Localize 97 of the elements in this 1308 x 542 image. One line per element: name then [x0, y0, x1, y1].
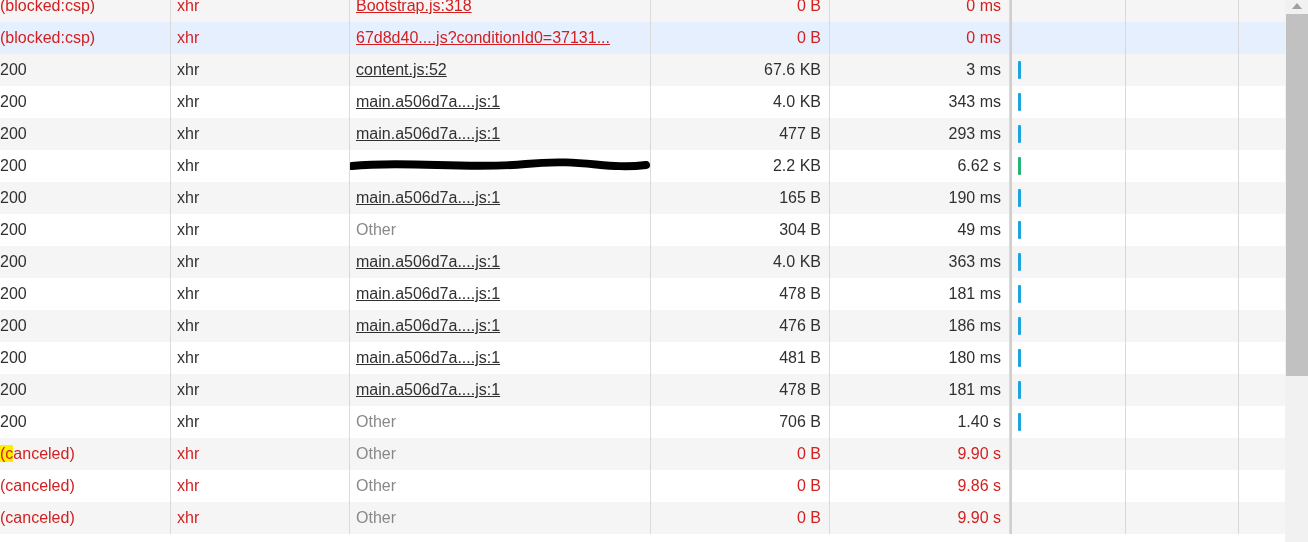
status-text: 200	[0, 93, 27, 111]
type-text: xhr	[177, 189, 200, 207]
size-text: 0 B	[797, 509, 821, 527]
initiator-link[interactable]: main.a506d7a....js:1	[356, 125, 501, 143]
time-text: 49 ms	[957, 221, 1001, 239]
size-text: 478 B	[779, 285, 821, 303]
status-text: 200	[0, 189, 27, 207]
time-text: 3 ms	[966, 61, 1001, 79]
time-text: 190 ms	[948, 189, 1001, 207]
status-text: 200	[0, 157, 27, 175]
time-text: 1.40 s	[957, 413, 1001, 431]
size-text: 481 B	[779, 349, 821, 367]
time-text: 9.90 s	[957, 509, 1001, 527]
initiator-text: Other	[356, 445, 396, 463]
initiator-link[interactable]: main.a506d7a....js:1	[356, 189, 501, 207]
scrollbar[interactable]	[1285, 0, 1308, 542]
status-text: 200	[0, 285, 27, 303]
type-text: xhr	[177, 61, 200, 79]
size-text: 478 B	[779, 381, 821, 399]
request-row[interactable]: 200 xhr main.a506d7a....js:1 478 B 181 ms	[0, 374, 1285, 406]
time-text: 363 ms	[948, 253, 1001, 271]
status-text: 200	[0, 317, 27, 335]
type-text: xhr	[177, 285, 200, 303]
time-text: 9.90 s	[957, 445, 1001, 463]
initiator-link[interactable]: main.a506d7a....js:1	[356, 285, 501, 303]
initiator-link[interactable]: Bootstrap.js:318	[356, 0, 472, 15]
size-text: 4.0 KB	[772, 93, 821, 111]
size-text: 477 B	[779, 125, 821, 143]
type-text: xhr	[177, 445, 200, 463]
size-text: 165 B	[779, 189, 821, 207]
scrollbar-thumb[interactable]	[1285, 14, 1308, 376]
request-row[interactable]: (blocked:csp) xhr 67d8d40....js?conditionId0=37131... 0 B 0 ms	[0, 22, 1285, 54]
type-text: xhr	[177, 253, 200, 271]
status-text: (blocked:csp)	[0, 0, 96, 15]
type-text: xhr	[177, 29, 200, 47]
initiator-link[interactable]: main.a506d7a....js:1	[356, 317, 501, 335]
initiator-text: Other	[356, 413, 396, 431]
size-text: 304 B	[779, 221, 821, 239]
request-row[interactable]: 200 xhr main.a506d7a....js:1 477 B 293 ms	[0, 118, 1285, 150]
initiator-link[interactable]: main.a506d7a....js:1	[356, 93, 501, 111]
type-text: xhr	[177, 93, 200, 111]
scroll-up-icon[interactable]	[1290, 2, 1303, 10]
request-row[interactable]: (canceled) xhr Other 0 B 9.90 s	[0, 502, 1285, 534]
request-row[interactable]: (blocked:csp) xhr Bootstrap.js:318 0 B 0 ms	[0, 0, 1285, 22]
size-text: 0 B	[797, 29, 821, 47]
size-text: 67.6 KB	[764, 61, 821, 79]
type-text: xhr	[177, 221, 200, 239]
size-text: 706 B	[779, 413, 821, 431]
time-text: 186 ms	[948, 317, 1001, 335]
initiator-text: Other	[356, 477, 396, 495]
time-text: 180 ms	[948, 349, 1001, 367]
size-text: 0 B	[797, 445, 821, 463]
status-text: 200	[0, 125, 27, 143]
type-text: xhr	[177, 157, 200, 175]
status-text: (blocked:csp)	[0, 29, 96, 47]
request-row[interactable]: 200 xhr main.a506d7a....js:1 4.0 KB 363 ms	[0, 246, 1285, 278]
status-text: 200	[0, 61, 27, 79]
time-text: 6.62 s	[957, 157, 1001, 175]
time-text: 181 ms	[948, 285, 1001, 303]
initiator-link[interactable]: main.a506d7a....js:1	[356, 381, 501, 399]
type-text: xhr	[177, 0, 200, 15]
status-text: 200	[0, 221, 27, 239]
status-text: (canceled)	[0, 445, 75, 463]
request-row[interactable]: 200 xhr content.js:52 67.6 KB 3 ms	[0, 54, 1285, 86]
size-text: 4.0 KB	[772, 253, 821, 271]
initiator-link[interactable]: 67d8d40....js?conditionId0=37131...	[356, 29, 610, 47]
status-text: (canceled)	[0, 509, 75, 527]
type-text: xhr	[177, 509, 200, 527]
time-text: 0 ms	[966, 29, 1001, 47]
time-text: 0 ms	[966, 0, 1001, 15]
size-text: 0 B	[797, 477, 821, 495]
status-text: 200	[0, 413, 27, 431]
initiator-text: Other	[356, 509, 396, 527]
request-row[interactable]: 200 xhr main.a506d7a....js:1 165 B 190 ms	[0, 182, 1285, 214]
initiator-link[interactable]: content.js:52	[356, 61, 447, 79]
initiator-text: Other	[356, 221, 396, 239]
size-text: 2.2 KB	[772, 157, 821, 175]
type-text: xhr	[177, 413, 200, 431]
type-text: xhr	[177, 381, 200, 399]
status-text: (canceled)	[0, 477, 75, 495]
type-text: xhr	[177, 317, 200, 335]
request-row[interactable]: 200 xhr main.a506d7a....js:1 476 B 186 ms	[0, 310, 1285, 342]
time-text: 181 ms	[948, 381, 1001, 399]
type-text: xhr	[177, 477, 200, 495]
initiator-link[interactable]: main.a506d7a....js:1	[356, 349, 501, 367]
time-text: 293 ms	[948, 125, 1001, 143]
request-row[interactable]: (canceled) xhr Other 0 B 9.90 s	[0, 438, 1285, 470]
status-text: 200	[0, 253, 27, 271]
size-text: 476 B	[779, 317, 821, 335]
type-text: xhr	[177, 349, 200, 367]
type-text: xhr	[177, 125, 200, 143]
status-text: 200	[0, 349, 27, 367]
initiator-link[interactable]: main.a506d7a....js:1	[356, 253, 501, 271]
status-text: 200	[0, 381, 27, 399]
size-text: 0 B	[797, 0, 821, 15]
time-text: 9.86 s	[957, 477, 1001, 495]
time-text: 343 ms	[948, 93, 1001, 111]
